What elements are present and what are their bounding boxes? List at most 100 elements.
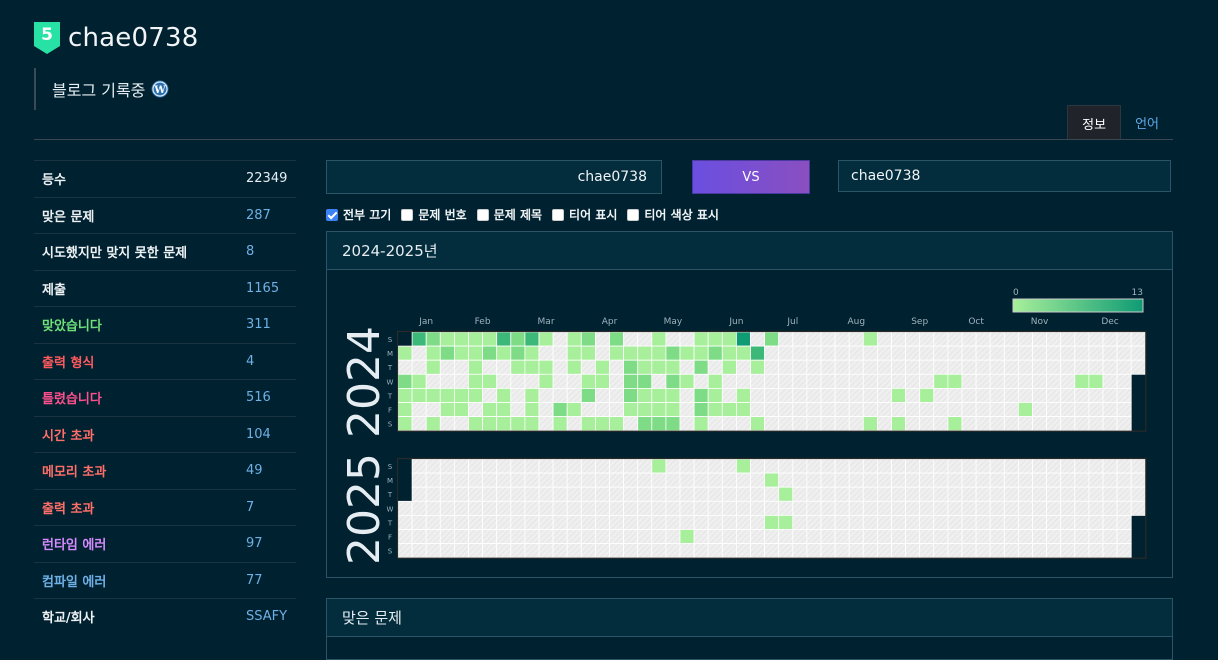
stat-label[interactable]: 메모리 초과 — [34, 461, 246, 480]
option-2[interactable]: 문제 제목 — [476, 206, 543, 223]
stat-value[interactable]: 287 — [246, 208, 271, 223]
stat-value[interactable]: 1165 — [246, 281, 279, 296]
day-cell — [877, 458, 892, 474]
stat-label[interactable]: 출력 형식 — [34, 352, 246, 371]
stat-row: 메모리 초과 49 — [34, 452, 296, 489]
day-cell — [538, 416, 554, 432]
day-cell — [806, 402, 822, 418]
day-cell — [637, 472, 653, 488]
day-cell — [411, 472, 427, 488]
checkbox[interactable] — [476, 208, 489, 221]
stat-label[interactable]: 컴파일 에러 — [34, 571, 246, 590]
day-cell — [792, 402, 808, 418]
day-cell — [524, 543, 540, 559]
day-cell — [933, 543, 949, 559]
day-cell — [482, 416, 498, 432]
day-cell — [947, 500, 963, 516]
day-cell — [496, 543, 512, 559]
day-cell — [1018, 331, 1033, 347]
day-cell — [594, 388, 610, 403]
stat-value[interactable]: 4 — [246, 354, 254, 369]
day-cell — [425, 543, 441, 559]
day-cell — [1116, 402, 1132, 418]
vs-button[interactable]: VS — [692, 160, 810, 194]
day-cell — [693, 416, 709, 432]
stat-label[interactable]: 맞은 문제 — [34, 206, 246, 225]
option-0[interactable]: 전부 끄기 — [326, 206, 391, 223]
stat-label[interactable]: 맞았습니다 — [34, 315, 246, 334]
stat-label[interactable]: 학교/회사 — [34, 607, 246, 626]
day-cell — [750, 486, 766, 502]
stat-value[interactable]: 516 — [246, 390, 271, 405]
day-cell — [721, 359, 737, 375]
stat-value[interactable]: 104 — [246, 427, 271, 442]
day-cell — [1060, 373, 1076, 389]
checkbox[interactable] — [326, 208, 338, 221]
stat-value[interactable]: 311 — [246, 317, 271, 332]
day-cell — [961, 514, 977, 530]
option-3[interactable]: 티어 표시 — [552, 206, 617, 223]
stat-label[interactable]: 런타임 에러 — [34, 534, 246, 553]
day-cell — [975, 388, 991, 403]
day-cell — [848, 472, 864, 488]
day-cell — [989, 472, 1005, 488]
day-cell — [1060, 458, 1076, 474]
option-1[interactable]: 문제 번호 — [401, 206, 467, 223]
day-cell — [665, 486, 681, 502]
stat-value[interactable]: 97 — [246, 536, 263, 551]
day-cell — [1060, 514, 1076, 530]
day-cell — [1130, 500, 1146, 516]
stat-value[interactable]: 8 — [246, 244, 254, 259]
day-cell — [933, 373, 949, 389]
day-cell — [623, 458, 639, 474]
day-cell — [1060, 486, 1076, 502]
day-cell — [877, 543, 892, 559]
day-cell — [580, 388, 596, 403]
day-cell — [764, 472, 780, 488]
day-cell — [975, 345, 991, 361]
day-cell — [623, 402, 639, 418]
stat-value[interactable]: SSAFY — [246, 609, 287, 624]
day-cell — [848, 373, 864, 389]
checkbox[interactable] — [552, 208, 565, 221]
day-cell — [1102, 529, 1118, 545]
checkbox[interactable] — [627, 208, 640, 221]
day-cell — [594, 543, 610, 559]
stat-value[interactable]: 7 — [246, 500, 254, 515]
tab-language[interactable]: 언어 — [1121, 105, 1173, 139]
stat-label[interactable]: 시간 초과 — [34, 425, 246, 444]
left-user-input[interactable]: chae0738 — [326, 160, 662, 194]
day-cell — [721, 514, 737, 530]
day-cell — [778, 472, 794, 488]
day-cell — [439, 543, 455, 559]
day-cell — [594, 373, 610, 389]
day-cell — [961, 331, 977, 347]
day-cell — [623, 529, 639, 545]
day-cell — [482, 388, 498, 403]
day-cell — [806, 373, 822, 389]
wordpress-icon[interactable]: W — [151, 80, 169, 98]
day-cell — [905, 472, 921, 488]
stat-label[interactable]: 출력 초과 — [34, 498, 246, 517]
stat-value[interactable]: 49 — [246, 463, 263, 478]
day-cell — [425, 514, 441, 530]
stat-label[interactable]: 틀렸습니다 — [34, 388, 246, 407]
option-label: 문제 제목 — [493, 208, 543, 222]
tab-info[interactable]: 정보 — [1067, 105, 1122, 140]
stat-value[interactable]: 77 — [246, 573, 263, 588]
stat-label[interactable]: 제출 — [34, 279, 246, 298]
day-cell — [693, 543, 709, 559]
day-cell — [679, 388, 695, 403]
checkbox[interactable] — [401, 208, 414, 221]
day-cell — [905, 359, 921, 375]
day-cell — [1032, 529, 1048, 545]
day-cell — [552, 345, 568, 361]
day-cell — [1018, 416, 1033, 432]
day-cell — [454, 359, 469, 375]
right-user-input[interactable]: chae0738 — [838, 160, 1171, 192]
option-4[interactable]: 티어 색상 표시 — [627, 206, 719, 223]
day-cell — [975, 472, 991, 488]
stat-label[interactable]: 시도했지만 맞지 못한 문제 — [34, 242, 246, 261]
day-cell — [1032, 458, 1048, 474]
day-cell — [848, 529, 864, 545]
